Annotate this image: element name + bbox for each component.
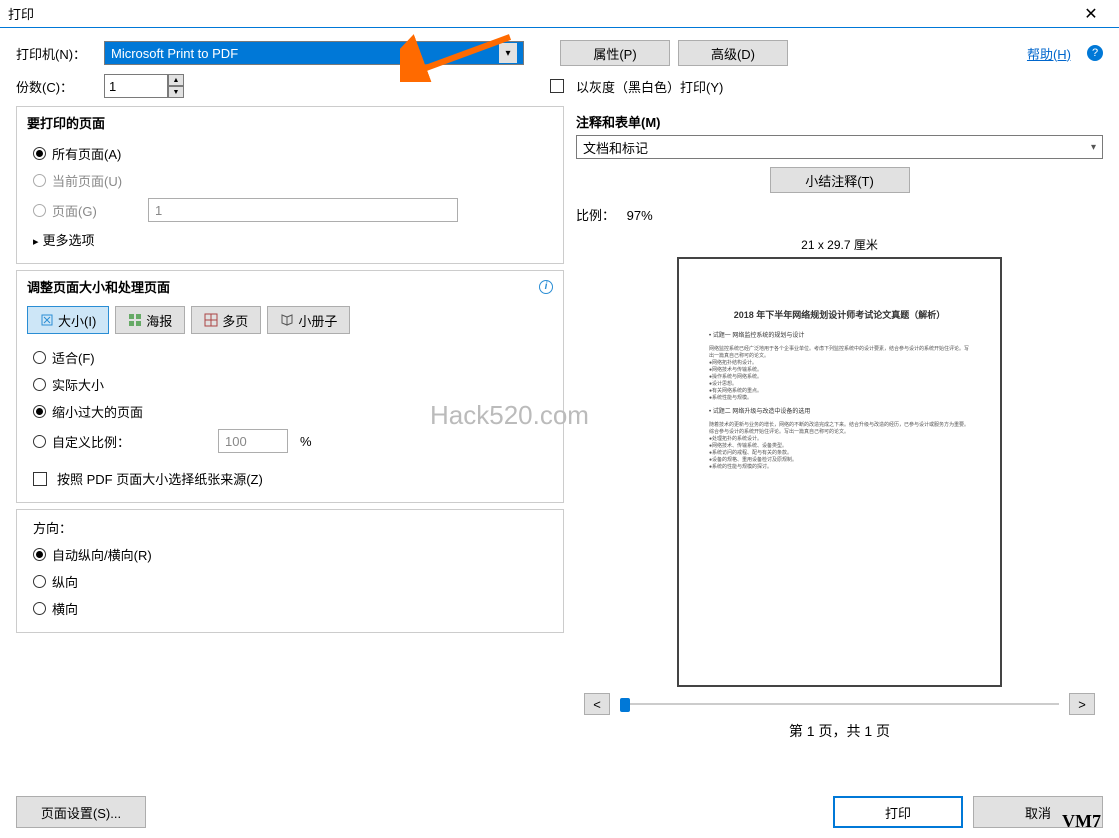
properties-button[interactable]: 属性(P) xyxy=(560,40,670,66)
radio-landscape[interactable] xyxy=(33,602,46,615)
comments-title: 注释和表单(M) xyxy=(576,106,1103,135)
summarize-button[interactable]: 小结注释(T) xyxy=(770,167,910,193)
preview-area: 21 x 29.7 厘米 2018 年下半年网络规划设计师考试论文真题（解析） … xyxy=(576,232,1103,747)
preview-body1: 网络监控系统已经广泛地用于各个企事业单位。考虑下列监控系统中的设计要素，结合参与… xyxy=(709,346,970,360)
radio-current-page[interactable] xyxy=(33,174,46,187)
all-pages-label: 所有页面(A) xyxy=(52,144,121,163)
shrink-label: 缩小过大的页面 xyxy=(52,402,143,421)
radio-all-pages[interactable] xyxy=(33,147,46,160)
scale-value: 97% xyxy=(627,208,653,223)
printer-label: 打印机(N)： xyxy=(16,44,96,63)
close-button[interactable]: ✕ xyxy=(1071,0,1111,28)
preview-dimensions: 21 x 29.7 厘米 xyxy=(797,232,882,257)
chevron-down-icon: ▾ xyxy=(1091,142,1096,153)
top-section: 打印机(N)： Microsoft Print to PDF ▾ 属性(P) 高… xyxy=(0,28,1119,106)
slider-thumb[interactable] xyxy=(620,698,630,712)
vm-label: VM7 xyxy=(1062,811,1101,832)
paper-source-label: 按照 PDF 页面大小选择纸张来源(Z) xyxy=(57,469,263,488)
auto-orient-label: 自动纵向/横向(R) xyxy=(52,545,152,564)
sizing-group: 调整页面大小和处理页面 i 大小(I) 海报 多页 小册子 xyxy=(16,270,564,503)
spinner-down-icon[interactable]: ▼ xyxy=(168,86,184,98)
percent-label: % xyxy=(300,434,312,449)
grayscale-label: 以灰度（黑白色）打印(Y) xyxy=(576,77,723,96)
titlebar: 打印 ✕ xyxy=(0,0,1119,28)
grayscale-checkbox[interactable] xyxy=(550,79,564,93)
page-slider[interactable] xyxy=(620,694,1059,714)
tab-size[interactable]: 大小(I) xyxy=(27,306,109,334)
main-area: 要打印的页面 所有页面(A) 当前页面(U) 页面(G) 更多选项 xyxy=(0,106,1119,747)
chevron-down-icon: ▾ xyxy=(499,43,517,63)
poster-icon xyxy=(128,313,142,327)
booklet-icon xyxy=(280,313,294,327)
copies-input[interactable] xyxy=(104,74,168,98)
page-setup-button[interactable]: 页面设置(S)... xyxy=(16,796,146,828)
tab-booklet[interactable]: 小册子 xyxy=(267,306,350,334)
custom-scale-input[interactable] xyxy=(218,429,288,453)
preview-body2: 随着技术的更新与业务的增长，网络的不断的改造完成之下来。结合升级与改造的经历，已… xyxy=(709,422,970,436)
prev-page-button[interactable]: < xyxy=(584,693,610,715)
tab-poster[interactable]: 海报 xyxy=(115,306,185,334)
orientation-title: 方向： xyxy=(33,514,547,541)
fit-label: 适合(F) xyxy=(52,348,95,367)
preview-sec1: • 试题一 网络监控系统的规划与设计 xyxy=(709,332,970,340)
window-title: 打印 xyxy=(8,4,1071,23)
radio-fit[interactable] xyxy=(33,351,46,364)
size-icon xyxy=(40,313,54,327)
radio-pages[interactable] xyxy=(33,204,46,217)
multiple-icon xyxy=(204,313,218,327)
advanced-button[interactable]: 高级(D) xyxy=(678,40,788,66)
sizing-group-title: 调整页面大小和处理页面 xyxy=(27,277,170,296)
help-link[interactable]: 帮助(H) xyxy=(1027,44,1071,63)
scale-label: 比例： xyxy=(576,208,615,223)
copies-label: 份数(C)： xyxy=(16,77,96,96)
orientation-group: 方向： 自动纵向/横向(R) 纵向 横向 xyxy=(16,509,564,633)
portrait-label: 纵向 xyxy=(52,572,78,591)
radio-portrait[interactable] xyxy=(33,575,46,588)
tab-multiple[interactable]: 多页 xyxy=(191,306,261,334)
comments-select[interactable]: 文档和标记 ▾ xyxy=(576,135,1103,159)
paper-source-checkbox[interactable] xyxy=(33,472,47,486)
printer-select[interactable]: Microsoft Print to PDF ▾ xyxy=(104,41,524,65)
custom-label: 自定义比例： xyxy=(52,432,212,451)
actual-label: 实际大小 xyxy=(52,375,104,394)
pages-group-title: 要打印的页面 xyxy=(17,107,563,136)
spinner-up-icon[interactable]: ▲ xyxy=(168,74,184,86)
current-page-label: 当前页面(U) xyxy=(52,171,122,190)
more-options-toggle[interactable]: 更多选项 xyxy=(33,226,547,253)
preview-doc-title: 2018 年下半年网络规划设计师考试论文真题（解析） xyxy=(709,309,970,322)
preview-page: 2018 年下半年网络规划设计师考试论文真题（解析） • 试题一 网络监控系统的… xyxy=(677,257,1002,687)
landscape-label: 横向 xyxy=(52,599,78,618)
copies-spinner[interactable]: ▲ ▼ xyxy=(104,74,184,98)
radio-actual[interactable] xyxy=(33,378,46,391)
scale-row: 比例： 97% xyxy=(576,201,1103,228)
printer-selected: Microsoft Print to PDF xyxy=(111,46,238,61)
preview-sec2: • 试题二 网络升级与改造中设备的选用 xyxy=(709,408,970,416)
pages-label: 页面(G) xyxy=(52,201,142,220)
help-icon[interactable]: ? xyxy=(1087,45,1103,61)
footer: 页面设置(S)... 打印 取消 xyxy=(16,796,1103,828)
info-icon[interactable]: i xyxy=(539,280,553,294)
next-page-button[interactable]: > xyxy=(1069,693,1095,715)
print-button[interactable]: 打印 xyxy=(833,796,963,828)
page-info: 第 1 页，共 1 页 xyxy=(783,715,896,747)
radio-custom[interactable] xyxy=(33,435,46,448)
radio-auto-orient[interactable] xyxy=(33,548,46,561)
comments-group: 注释和表单(M) 文档和标记 ▾ 小结注释(T) xyxy=(576,106,1103,201)
radio-shrink[interactable] xyxy=(33,405,46,418)
pages-input[interactable] xyxy=(148,198,458,222)
pages-group: 要打印的页面 所有页面(A) 当前页面(U) 页面(G) 更多选项 xyxy=(16,106,564,264)
